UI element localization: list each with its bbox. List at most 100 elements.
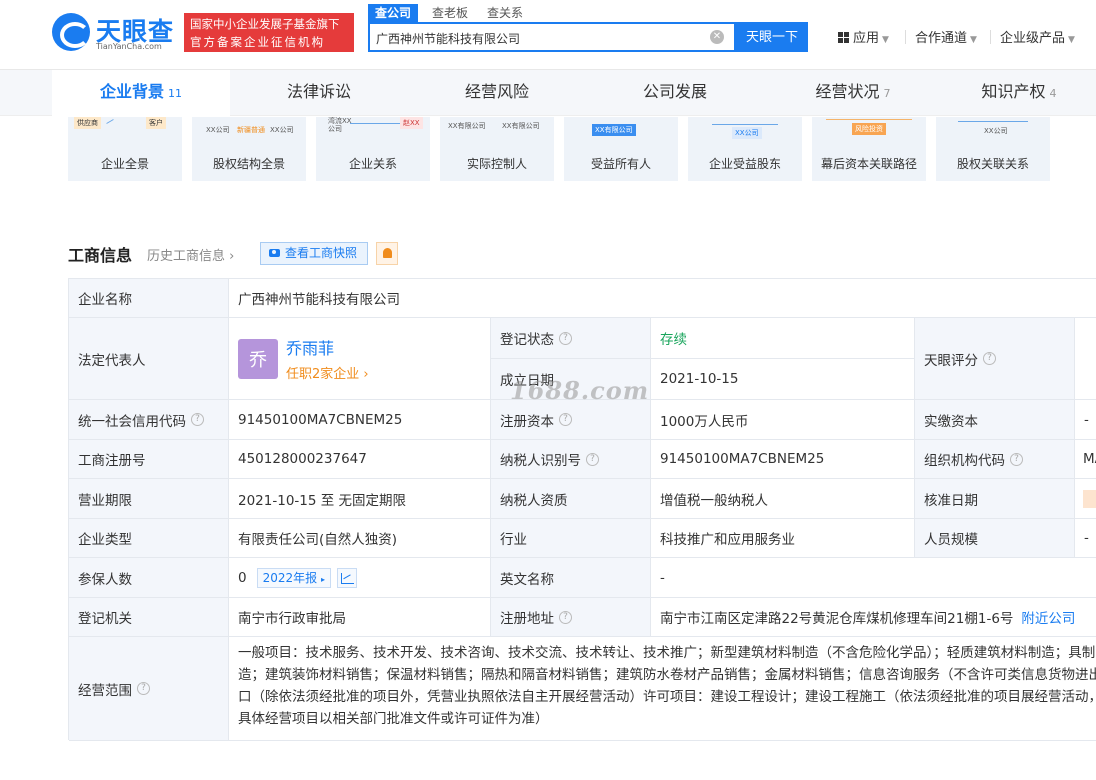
- watermark: 1688.com: [510, 376, 650, 405]
- apps-grid-icon: [838, 32, 849, 43]
- value-industry: 科技推广和应用服务业: [651, 519, 915, 558]
- card-equity-relation[interactable]: XX公司 股权关联关系: [936, 117, 1050, 181]
- thumb-node: XX公司: [732, 127, 762, 139]
- label-english-name: 英文名称: [491, 558, 651, 598]
- card-company-relations[interactable]: 湾流XX 公司 赵XX 企业关系: [316, 117, 430, 181]
- card-actual-controller[interactable]: XX有限公司 XX有限公司 实际控制人: [440, 117, 554, 181]
- tab-count: 4: [1049, 87, 1057, 100]
- help-icon[interactable]: ?: [137, 682, 150, 695]
- thumb-node: 赵XX: [400, 117, 423, 129]
- tab-litigation[interactable]: 法律诉讼: [230, 70, 408, 116]
- help-icon[interactable]: ?: [191, 413, 204, 426]
- label-text: 注册资本: [500, 413, 554, 430]
- tab-development[interactable]: 公司发展: [586, 70, 764, 116]
- label-text: 注册地址: [500, 611, 554, 627]
- search-input[interactable]: [376, 28, 696, 48]
- value-insured: 0: [238, 569, 247, 586]
- tab-count: 7: [883, 87, 891, 100]
- tianyancha-logo[interactable]: 天眼查 TianYanCha.com: [52, 12, 180, 54]
- search-button[interactable]: 天眼一下: [736, 22, 808, 52]
- thumb-node: XX有限公司: [592, 124, 636, 136]
- tab-label: 企业背景: [99, 82, 164, 101]
- label-text: 经营范围: [78, 682, 132, 699]
- camera-icon: [269, 249, 280, 257]
- slogan-banner: 国家中小企业发展子基金旗下 官方备案企业征信机构: [184, 13, 354, 52]
- card-thumbnail: 供应商 客户: [68, 117, 182, 147]
- label-term: 营业期限: [69, 479, 229, 519]
- help-icon[interactable]: ?: [586, 452, 599, 466]
- help-icon[interactable]: ?: [1010, 452, 1023, 466]
- thumb-node: XX公司: [984, 127, 1008, 135]
- card-label: 股权关联关系: [956, 157, 1029, 171]
- legal-rep-positions[interactable]: 任职2家企业 ›: [286, 363, 369, 382]
- history-link[interactable]: 历史工商信息 ›: [147, 245, 234, 264]
- nav-enterprise-label: 企业级产品: [1000, 31, 1066, 46]
- section-title: 工商信息: [68, 246, 133, 265]
- thumb-line: [826, 119, 912, 120]
- tab-label: 经营风险: [464, 82, 529, 101]
- value-approval-date: [1075, 479, 1096, 519]
- label-reg-no: 工商注册号: [69, 440, 229, 479]
- card-beneficial-shareholder[interactable]: XX公司 企业受益股东: [688, 117, 802, 181]
- nearby-companies-link[interactable]: 附近公司: [1021, 607, 1075, 627]
- value-paid-capital: -: [1075, 400, 1096, 440]
- card-thumbnail: XX公司 新疆普通 XX公司: [192, 117, 306, 147]
- tab-label: 经营状况: [815, 82, 880, 101]
- thumb-node: XX有限公司: [448, 122, 486, 130]
- help-icon[interactable]: ?: [983, 352, 996, 365]
- business-info-table: 企业名称 广西神州节能科技有限公司 法定代表人 乔 乔雨菲 任职2家企业 › 登…: [68, 278, 1096, 741]
- snapshot-button[interactable]: 查看工商快照: [260, 242, 368, 265]
- card-beneficial-owner[interactable]: XX有限公司 受益所有人: [564, 117, 678, 181]
- nav-partners[interactable]: 合作通道 ▼: [915, 27, 977, 46]
- search-tab-boss[interactable]: 查老板: [432, 4, 468, 22]
- card-label: 实际控制人: [466, 157, 527, 171]
- search-box: ✕: [368, 22, 736, 52]
- label-taxpayer-type: 纳税人资质: [491, 479, 651, 519]
- help-icon[interactable]: ?: [559, 413, 572, 426]
- thumb-line: [958, 121, 1028, 122]
- legal-rep-name[interactable]: 乔雨菲: [286, 335, 369, 359]
- insured-year-dropdown[interactable]: 2022年报 ▸: [256, 567, 331, 588]
- search-tab-relation[interactable]: 查关系: [487, 4, 523, 22]
- thumb-node: 公司: [328, 125, 342, 133]
- nav-partners-label: 合作通道: [915, 31, 968, 46]
- card-equity-structure[interactable]: XX公司 新疆普通 XX公司 股权结构全景: [192, 117, 306, 181]
- card-label: 企业全景: [100, 157, 149, 171]
- thumb-node: XX公司: [270, 126, 294, 134]
- trend-chart-icon[interactable]: [336, 567, 357, 588]
- card-label: 幕后资本关联路径: [820, 157, 917, 171]
- help-icon[interactable]: ?: [559, 610, 572, 624]
- clear-icon[interactable]: ✕: [710, 30, 724, 44]
- card-capital-path[interactable]: 风险投资 幕后资本关联路径: [812, 117, 926, 181]
- tab-operation[interactable]: 经营状况 7: [764, 70, 942, 116]
- help-icon[interactable]: ?: [559, 331, 572, 345]
- card-thumbnail: 风险投资: [812, 117, 926, 147]
- value-taxpayer-type: 增值税一般纳税人: [651, 479, 915, 519]
- tab-ip[interactable]: 知识产权 4: [942, 70, 1096, 116]
- nav-enterprise[interactable]: 企业级产品 ▼: [1000, 27, 1075, 46]
- card-thumbnail: XX有限公司: [564, 117, 678, 147]
- thumb-line: [106, 119, 114, 124]
- search-tab-company[interactable]: 查公司: [368, 4, 419, 22]
- legal-rep-info: 乔雨菲 任职2家企业 ›: [286, 335, 369, 382]
- tab-background[interactable]: 企业背景 11: [52, 70, 230, 116]
- value-reg-capital: 1000万人民币: [651, 400, 915, 440]
- tab-risk[interactable]: 经营风险: [408, 70, 586, 116]
- label-industry: 行业: [491, 519, 651, 558]
- snapshot-label: 查看工商快照: [285, 246, 358, 260]
- thumb-node: 供应商: [74, 117, 101, 129]
- value-address: 南宁市江南区定津路22号黄泥仓库煤机修理车间21棚1-6号: [660, 611, 1014, 627]
- value-org-code: MA: [1075, 440, 1096, 479]
- card-label: 股权结构全景: [212, 157, 285, 171]
- card-panorama[interactable]: 供应商 客户 企业全景: [68, 117, 182, 181]
- monitor-button[interactable]: [376, 242, 398, 265]
- label-address: 注册地址?: [491, 598, 651, 637]
- label-text: 组织机构代码: [924, 453, 1005, 469]
- chevron-right-icon: ›: [229, 249, 235, 264]
- label-scope: 经营范围?: [69, 637, 229, 741]
- chevron-down-icon: ▼: [882, 35, 889, 45]
- nav-divider: [990, 30, 991, 44]
- slogan-line-1: 国家中小企业发展子基金旗下: [190, 17, 340, 31]
- nav-apps[interactable]: 应用 ▼: [838, 27, 889, 46]
- value-score: [1075, 318, 1096, 400]
